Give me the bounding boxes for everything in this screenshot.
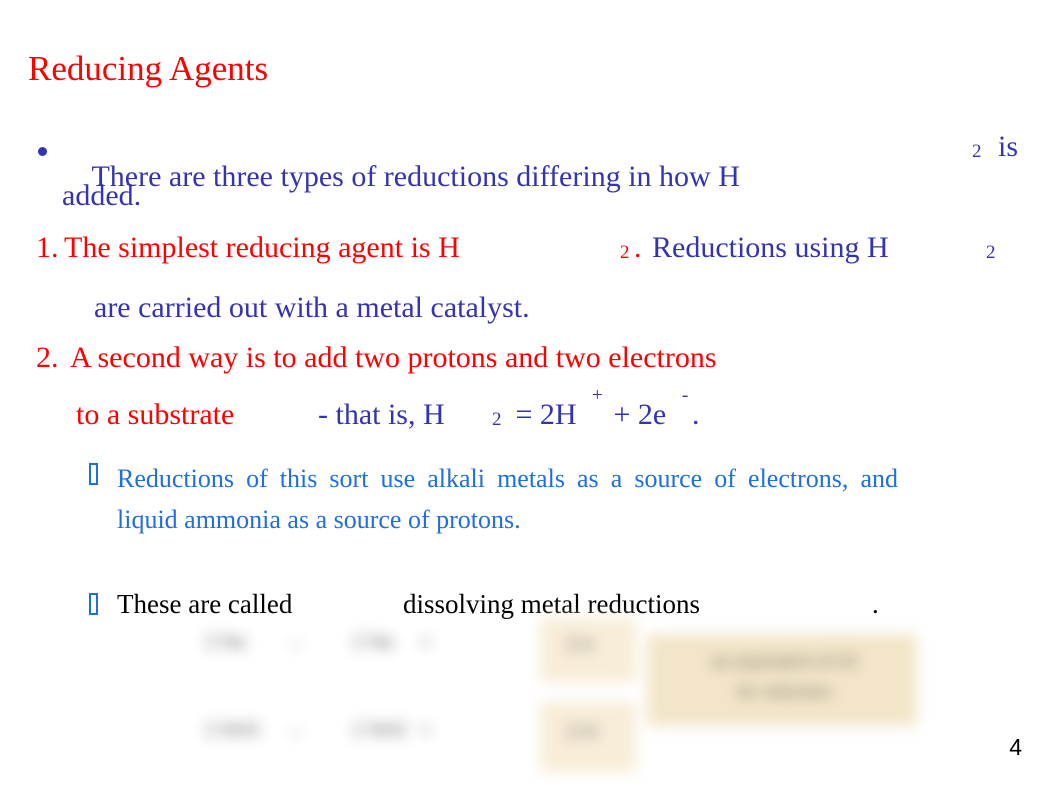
- bullet-1-line-1: There are three types of reductions diff…: [62, 132, 740, 222]
- figure-eq1-right: 2 Na: [353, 632, 394, 653]
- bullet-1-text-a: There are three types of reductions diff…: [91, 160, 740, 193]
- figure-note-line-2: for reduction: [737, 682, 832, 701]
- bullet-2-text-b: Reductions using H: [652, 231, 889, 264]
- tofu-box-icon: [89, 463, 98, 485]
- bullet-2-number: 1.: [36, 231, 59, 264]
- bullet-3-number: 2.: [36, 341, 59, 374]
- figure-box-label-2: 2 H: [567, 722, 597, 743]
- page-title: Reducing Agents: [28, 49, 269, 88]
- figure-note-box: [647, 634, 917, 726]
- bullet-1-line-2: added.: [62, 179, 142, 212]
- figure-eq2-arrow: →: [285, 720, 304, 741]
- bullet-2-period: .: [634, 231, 642, 264]
- figure-eq2-plus: +: [420, 720, 432, 741]
- blurred-figure: 2 Na → 2 Na + 2 e 2 NH3 → 2 NH2 + 2 H an…: [185, 612, 925, 772]
- page-number: 4: [1009, 734, 1022, 760]
- bullet-5-text-red: dissolving metal reductions: [403, 589, 700, 619]
- figure-eq2-right: 2 NH2: [353, 720, 407, 741]
- bullet-5-text-a: These are called: [117, 589, 293, 619]
- bullet-5-text-b: .: [872, 589, 879, 619]
- bullet-4-paragraph: Reductions of this sort use alkali metal…: [117, 464, 898, 534]
- figure-note-line-1: an equivalent of H2: [711, 652, 858, 671]
- figure-eq1-arrow: →: [285, 632, 304, 653]
- figure-tan-box-1: [540, 618, 636, 682]
- bullet-1-text-b: is: [998, 130, 1019, 163]
- slide: Reducing Agents There are three types of…: [0, 0, 1062, 797]
- figure-box-label-1: 2 e: [567, 634, 594, 655]
- figure-eq2-left: 2 NH3: [205, 720, 259, 741]
- bullet-2-line-2: are carried out with a metal catalyst.: [94, 291, 530, 324]
- tofu-box-icon-2: [89, 593, 98, 615]
- bullet-3-line-2-blue-b: = 2H: [508, 398, 577, 431]
- bullet-dot-icon: [38, 147, 47, 156]
- bullet-3-line-2-blue-a: - that is, H: [318, 398, 445, 431]
- bullet-3-line-2-blue-d: .: [692, 398, 700, 431]
- bullet-3-text-a: A second way is to add two protons and t…: [70, 341, 717, 374]
- bullet-2-text-a: The simplest reducing agent is H: [64, 231, 460, 264]
- figure-eq1-plus: +: [420, 632, 432, 653]
- figure-eq1-left: 2 Na: [205, 632, 246, 653]
- bullet-3-line-2-blue-c: + 2e: [606, 398, 667, 431]
- figure-tan-box-2: [540, 702, 636, 772]
- bullet-3-line-2-red: to a substrate: [76, 398, 235, 431]
